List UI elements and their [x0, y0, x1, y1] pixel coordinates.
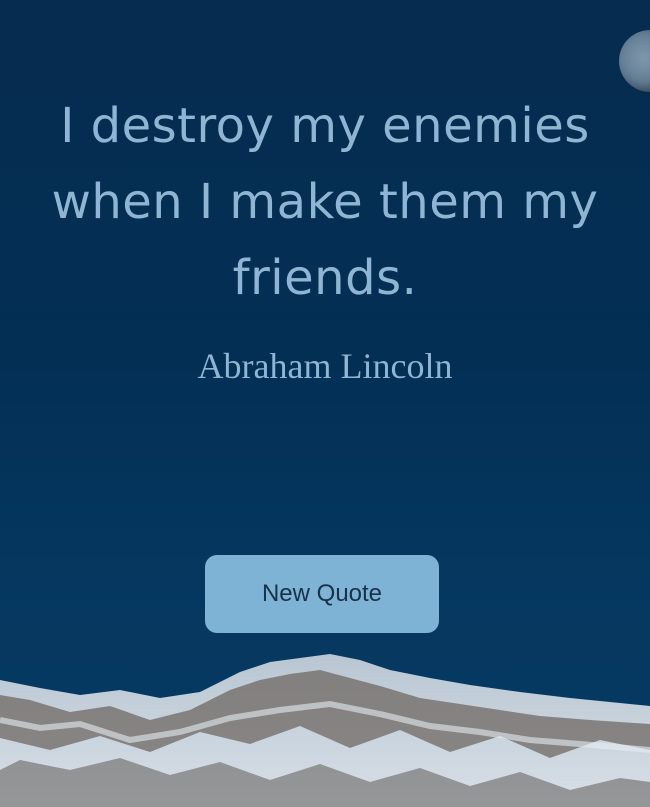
new-quote-button[interactable]: New Quote — [205, 555, 439, 633]
quote-text: I destroy my enemies when I make them my… — [51, 98, 599, 306]
quote-author: Abraham Lincoln — [197, 346, 453, 386]
moon-image — [619, 30, 650, 92]
snowy-mountains-image — [0, 654, 650, 807]
